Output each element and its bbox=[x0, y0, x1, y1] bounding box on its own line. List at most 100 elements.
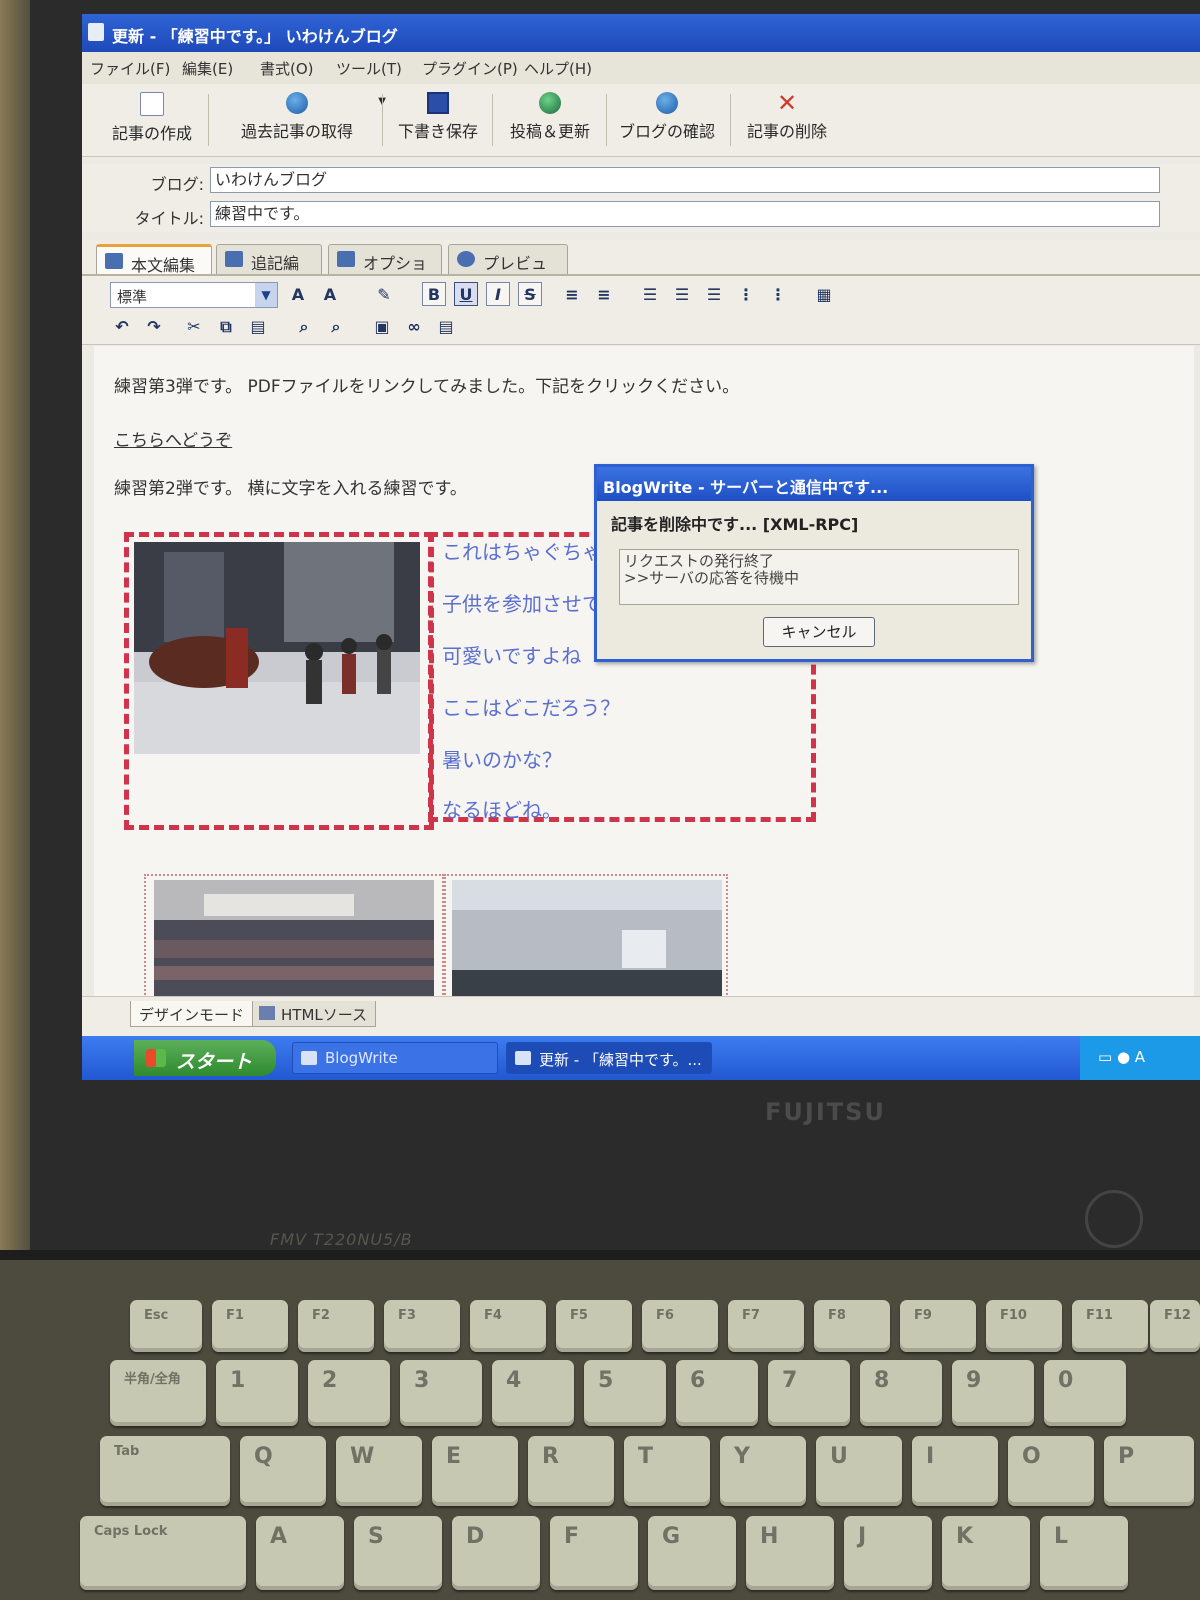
text-color-icon[interactable]: A bbox=[318, 282, 342, 306]
key-3[interactable]: 3 bbox=[400, 1360, 482, 1426]
key-f9[interactable]: F9 bbox=[900, 1300, 976, 1352]
key-f1[interactable]: F1 bbox=[212, 1300, 288, 1352]
key-s[interactable]: S bbox=[354, 1516, 442, 1590]
key-f12[interactable]: F12 bbox=[1150, 1300, 1200, 1352]
key-f7[interactable]: F7 bbox=[728, 1300, 804, 1352]
key-8[interactable]: 8 bbox=[860, 1360, 942, 1426]
key-f6[interactable]: F6 bbox=[642, 1300, 718, 1352]
paste-icon[interactable]: ▤ bbox=[246, 314, 270, 338]
system-tray[interactable]: ▭ ● A bbox=[1080, 1036, 1200, 1080]
delete-article-button[interactable]: ✕ 記事の削除 bbox=[738, 91, 836, 148]
power-button[interactable] bbox=[1085, 1190, 1143, 1248]
blog-select[interactable]: いわけんブログ bbox=[210, 167, 1160, 193]
taskbar-item-update[interactable]: 更新 - 「練習中です。... bbox=[506, 1042, 712, 1074]
highlight-icon[interactable]: ✎ bbox=[372, 282, 396, 306]
undo-icon[interactable]: ↶ bbox=[110, 314, 134, 338]
key-esc[interactable]: Esc bbox=[130, 1300, 202, 1352]
design-mode-tab[interactable]: デザインモード bbox=[130, 1001, 254, 1027]
tab-preview[interactable]: プレビュー bbox=[448, 244, 568, 297]
replace-icon[interactable]: ⌕ bbox=[324, 314, 348, 338]
key-5[interactable]: 5 bbox=[584, 1360, 666, 1426]
cancel-button[interactable]: キャンセル bbox=[763, 617, 875, 647]
find-icon[interactable]: ⌕ bbox=[292, 314, 316, 338]
key-0[interactable]: 0 bbox=[1044, 1360, 1126, 1426]
title-input[interactable]: 練習中です。 bbox=[210, 201, 1160, 227]
redo-icon[interactable]: ↷ bbox=[142, 314, 166, 338]
post-update-button[interactable]: 投稿＆更新 bbox=[502, 92, 598, 148]
bullet-list-icon[interactable]: ⋮ bbox=[766, 282, 790, 306]
outdent-icon[interactable]: ≡ bbox=[560, 282, 584, 306]
menu-plugin[interactable]: プラグイン(P) bbox=[422, 58, 518, 79]
indent-icon[interactable]: ≡ bbox=[592, 282, 616, 306]
key-f4[interactable]: F4 bbox=[470, 1300, 546, 1352]
menu-format[interactable]: 書式(O) bbox=[260, 58, 314, 79]
pdf-link[interactable]: こちらへどうぞ bbox=[114, 426, 232, 451]
key-4[interactable]: 4 bbox=[492, 1360, 574, 1426]
key-tab[interactable]: Tab bbox=[100, 1436, 230, 1506]
key-w[interactable]: W bbox=[336, 1436, 422, 1506]
key-k[interactable]: K bbox=[942, 1516, 1030, 1590]
key-e[interactable]: E bbox=[432, 1436, 518, 1506]
align-left-icon[interactable]: ☰ bbox=[638, 282, 662, 306]
create-article-button[interactable]: 記事の作成 bbox=[104, 92, 200, 148]
key-hankaku[interactable]: 半角/全角 bbox=[110, 1360, 206, 1426]
key-f10[interactable]: F10 bbox=[986, 1300, 1062, 1352]
taskbar-item-blogwrite[interactable]: BlogWrite bbox=[292, 1042, 498, 1074]
key-f3[interactable]: F3 bbox=[384, 1300, 460, 1352]
key-7[interactable]: 7 bbox=[768, 1360, 850, 1426]
underline-button[interactable]: U bbox=[454, 282, 478, 306]
key-q[interactable]: Q bbox=[240, 1436, 326, 1506]
key-d[interactable]: D bbox=[452, 1516, 540, 1590]
key-caps-lock[interactable]: Caps Lock bbox=[80, 1516, 246, 1590]
key-9[interactable]: 9 bbox=[952, 1360, 1034, 1426]
paragraph-style-select[interactable]: 標準 ▼ bbox=[110, 282, 278, 308]
copy-icon[interactable]: ⧉ bbox=[214, 314, 238, 338]
align-right-icon[interactable]: ☰ bbox=[702, 282, 726, 306]
editor-area[interactable]: 練習第3弾です。 PDFファイルをリンクしてみました。下記をクリックください。 … bbox=[94, 346, 1194, 996]
tab-append-edit[interactable]: 追記編集 bbox=[216, 244, 322, 297]
key-f5[interactable]: F5 bbox=[556, 1300, 632, 1352]
menu-edit[interactable]: 編集(E) bbox=[182, 58, 233, 79]
menu-help[interactable]: ヘルプ(H) bbox=[524, 58, 592, 79]
key-l[interactable]: L bbox=[1040, 1516, 1128, 1590]
key-2[interactable]: 2 bbox=[308, 1360, 390, 1426]
key-f11[interactable]: F11 bbox=[1072, 1300, 1148, 1352]
key-1[interactable]: 1 bbox=[216, 1360, 298, 1426]
key-a[interactable]: A bbox=[256, 1516, 344, 1590]
dialog-title[interactable]: BlogWrite - サーバーと通信中です... bbox=[597, 467, 1031, 501]
save-draft-button[interactable]: 下書き保存 bbox=[392, 92, 484, 148]
menu-file[interactable]: ファイル(F) bbox=[90, 58, 170, 79]
insert-image-icon[interactable]: ▣ bbox=[370, 314, 394, 338]
numbered-list-icon[interactable]: ⋮ bbox=[734, 282, 758, 306]
cut-icon[interactable]: ✂ bbox=[182, 314, 206, 338]
key-f8[interactable]: F8 bbox=[814, 1300, 890, 1352]
menu-tools[interactable]: ツール(T) bbox=[336, 58, 402, 79]
key-f[interactable]: F bbox=[550, 1516, 638, 1590]
window-titlebar[interactable]: 更新 - 「練習中です。」 いわけんブログ bbox=[82, 14, 1200, 52]
key-p[interactable]: P bbox=[1104, 1436, 1194, 1506]
bold-button[interactable]: B bbox=[422, 282, 446, 306]
key-y[interactable]: Y bbox=[720, 1436, 806, 1506]
key-j[interactable]: J bbox=[844, 1516, 932, 1590]
key-r[interactable]: R bbox=[528, 1436, 614, 1506]
table-icon[interactable]: ▦ bbox=[812, 282, 836, 306]
key-6[interactable]: 6 bbox=[676, 1360, 758, 1426]
key-u[interactable]: U bbox=[816, 1436, 902, 1506]
key-f2[interactable]: F2 bbox=[298, 1300, 374, 1352]
html-source-tab[interactable]: HTMLソース bbox=[252, 1001, 376, 1027]
key-o[interactable]: O bbox=[1008, 1436, 1094, 1506]
fetch-past-articles-button[interactable]: 過去記事の取得 ▼ bbox=[222, 92, 386, 148]
start-button[interactable]: スタート bbox=[134, 1040, 276, 1076]
tab-body-edit[interactable]: 本文編集 bbox=[96, 244, 212, 275]
insert-link-icon[interactable]: ∞ bbox=[402, 314, 426, 338]
key-t[interactable]: T bbox=[624, 1436, 710, 1506]
tab-options[interactable]: オプション bbox=[328, 244, 442, 297]
insert-html-icon[interactable]: ▤ bbox=[434, 314, 458, 338]
check-blog-button[interactable]: ブログの確認 bbox=[614, 92, 720, 148]
key-g[interactable]: G bbox=[648, 1516, 736, 1590]
strikethrough-button[interactable]: S bbox=[518, 282, 542, 306]
key-h[interactable]: H bbox=[746, 1516, 834, 1590]
font-icon[interactable]: A bbox=[286, 282, 310, 306]
key-i[interactable]: I bbox=[912, 1436, 998, 1506]
align-center-icon[interactable]: ☰ bbox=[670, 282, 694, 306]
